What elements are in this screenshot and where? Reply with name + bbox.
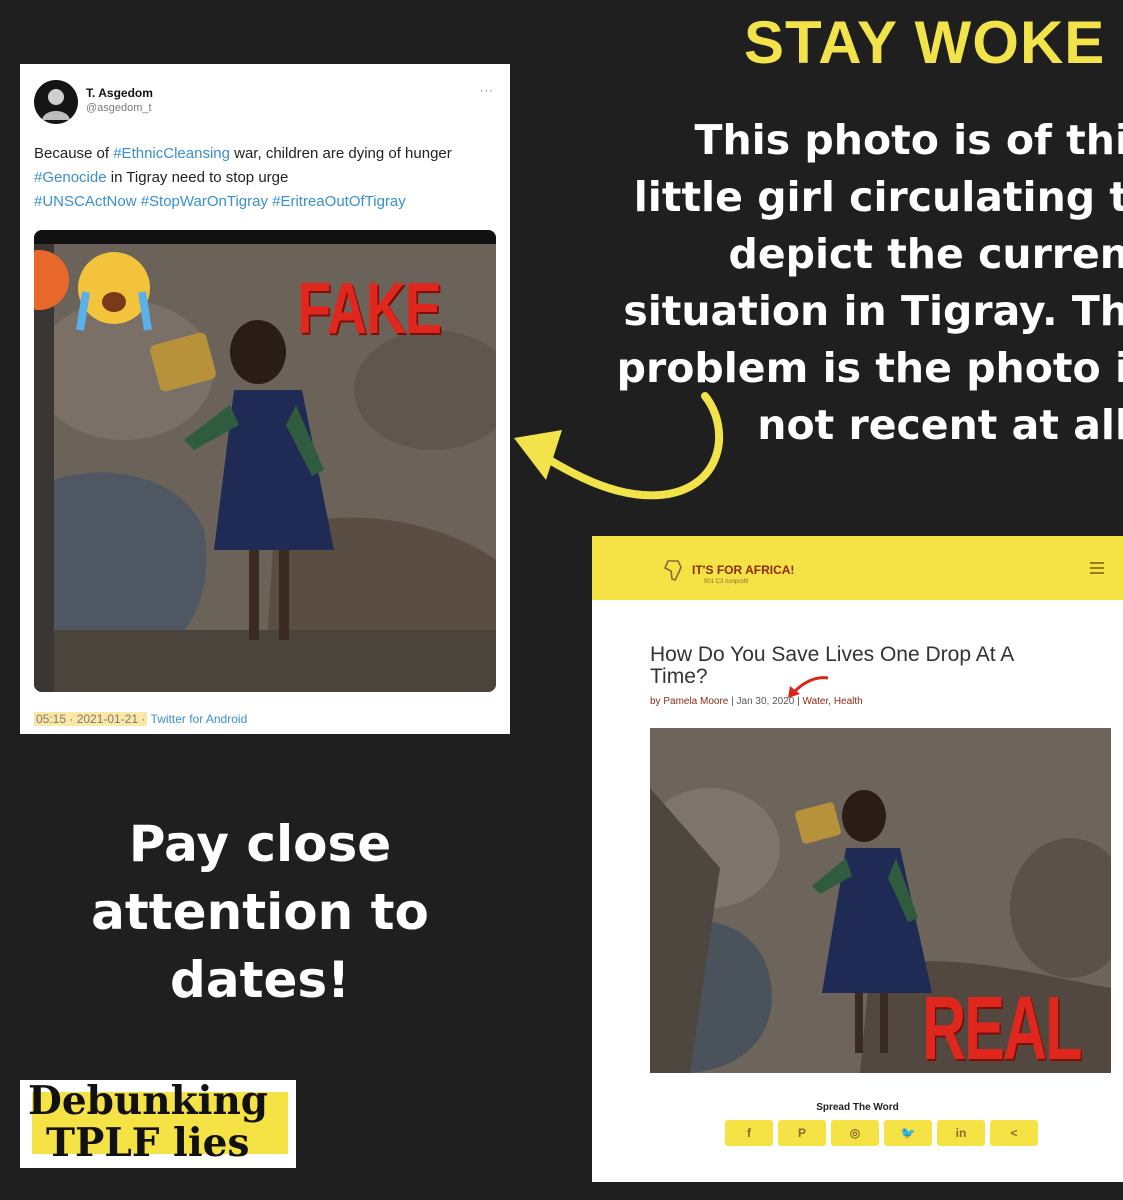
caption-line: This photo is of thi [694,116,1123,164]
spread-the-word-label: Spread The Word [816,1102,899,1113]
curved-arrow-icon [514,392,723,500]
facebook-share-button[interactable]: f [725,1120,773,1146]
caption-line: Pay close [128,815,392,873]
tweet-author-handle[interactable]: @asgedom_t [86,102,152,114]
caption-line: situation in Tigray. Th [623,287,1123,335]
share-buttons: f P ◎ 🐦 in < [725,1120,1038,1146]
hashtag-link[interactable]: #Genocide [34,169,107,186]
fake-label: FAKE [297,269,442,349]
real-label: REAL [922,979,1082,1079]
pinterest-share-button[interactable]: P [778,1120,826,1146]
website-card: IT'S FOR AFRICA! 501 C3 nonprofit How Do… [592,536,1123,1182]
tweet-card[interactable]: T. Asgedom @asgedom_t ··· Because of #Et… [20,64,510,734]
tweet-client[interactable]: Twitter for Android [151,712,248,726]
badge-line: TPLF lies [46,1120,250,1166]
linkedin-share-button[interactable]: in [937,1120,985,1146]
red-arrow-icon [788,676,829,698]
caption-line: dates! [170,951,350,1009]
more-options-icon[interactable]: ··· [480,84,494,98]
twitter-icon: 🐦 [900,1126,916,1140]
caption-line: attention to [91,883,429,941]
caption-line: problem is the photo i [616,344,1123,392]
menu-icon[interactable] [1090,562,1104,577]
hashtag-link[interactable]: #EthnicCleansing [113,145,230,162]
headline: STAY WOKE [744,9,1106,76]
site-header: IT'S FOR AFRICA! 501 C3 nonprofit [592,536,1123,600]
instagram-icon: ◎ [849,1126,861,1140]
hashtag-links[interactable]: #UNSCActNow #StopWarOnTigray #EritreaOut… [34,193,406,210]
debunking-badge: Debunking TPLF lies [20,1080,296,1168]
badge-text: Debunking TPLF lies [28,1080,298,1164]
site-logo[interactable]: IT'S FOR AFRICA! [692,563,794,577]
linkedin-icon: in [955,1126,967,1140]
facebook-icon: f [747,1126,751,1140]
pinterest-icon: P [797,1126,806,1140]
caption-line: little girl circulating t [633,173,1123,221]
twitter-share-button[interactable]: 🐦 [884,1120,932,1146]
article-author[interactable]: by Pamela Moore [650,696,728,707]
tweet-text-segment: in Tigray need to stop urge [106,169,289,186]
instagram-share-button[interactable]: ◎ [831,1120,879,1146]
tweet-text: Because of #EthnicCleansing war, childre… [34,142,504,214]
tweet-author-name[interactable]: T. Asgedom [86,86,153,100]
caption-line: depict the curren [728,230,1123,278]
site-logo-subtitle: 501 C3 nonprofit [704,579,749,585]
article-title: How Do You Save Lives One Drop At A Time… [650,643,1014,688]
tweet-timestamp[interactable]: 05:15 · 2021-01-21 · [34,712,148,726]
tweet-text-segment: war, children are dying of hunger [229,145,452,162]
share-icon: < [1010,1126,1018,1140]
avatar[interactable] [34,80,78,124]
tweet-meta: 05:15 · 2021-01-21 · Twitter for Android [34,712,247,726]
badge-line: Debunking [28,1078,269,1124]
africa-logo-icon[interactable] [662,558,686,582]
left-caption: Pay close attention to dates! [60,810,460,1014]
tweet-text-segment: Because of [34,145,114,162]
generic-share-button[interactable]: < [990,1120,1038,1146]
